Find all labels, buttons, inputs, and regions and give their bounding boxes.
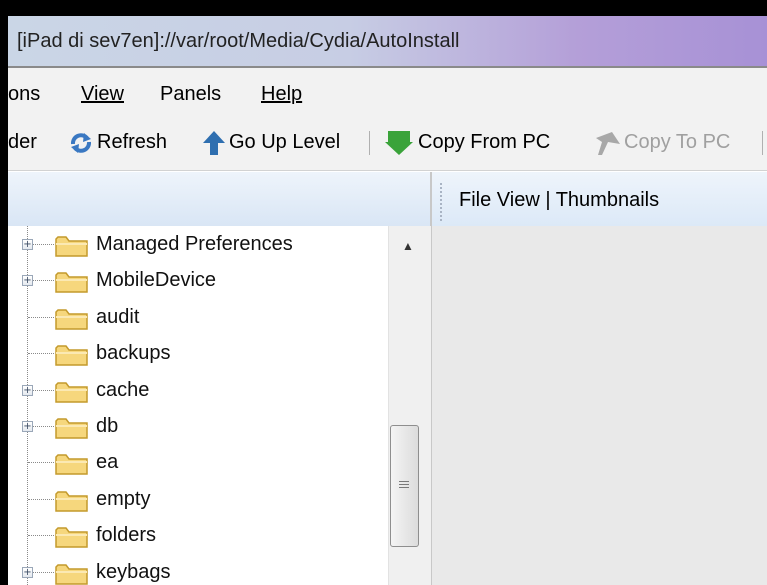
title-bar[interactable]: [iPad di sev7en]://var/root/Media/Cydia/… bbox=[8, 16, 767, 66]
tree-item[interactable]: folders bbox=[8, 518, 388, 554]
arrow-up-gray-icon bbox=[594, 130, 624, 162]
tree-item-label: audit bbox=[96, 305, 140, 328]
arrow-up-icon[interactable] bbox=[202, 130, 226, 162]
menu-view[interactable]: View bbox=[81, 83, 124, 106]
toolbar-separator bbox=[762, 131, 763, 155]
scrollbar-thumb[interactable] bbox=[390, 425, 419, 547]
tree-item-label: cache bbox=[96, 378, 150, 401]
folder-icon bbox=[54, 270, 90, 300]
folder-icon bbox=[54, 452, 90, 482]
tree-connector bbox=[28, 462, 54, 464]
toolbar-grip bbox=[440, 183, 445, 221]
window-frame-left bbox=[0, 0, 8, 585]
arrow-down-green-icon[interactable] bbox=[384, 130, 414, 162]
tree-item[interactable]: ea bbox=[8, 445, 388, 481]
expand-icon[interactable]: + bbox=[22, 566, 33, 578]
menu-options[interactable]: ons bbox=[8, 83, 40, 106]
window-frame-top bbox=[0, 0, 767, 16]
folder-tree-header bbox=[8, 172, 432, 227]
tree-scrollbar[interactable]: ▲ bbox=[388, 226, 431, 585]
tree-connector bbox=[28, 316, 54, 318]
toolbar: der Refresh Go Up Level Copy From PC Cop… bbox=[8, 114, 767, 171]
go-up-level-button[interactable]: Go Up Level bbox=[229, 131, 340, 154]
tree-item-label: MobileDevice bbox=[96, 269, 217, 292]
new-folder-button[interactable]: der bbox=[8, 131, 37, 154]
tree-item-label: empty bbox=[96, 487, 151, 510]
tree-item-label: folders bbox=[96, 524, 157, 547]
tree-item[interactable]: audit bbox=[8, 300, 388, 336]
tree-item-label: db bbox=[96, 415, 119, 437]
tree-connector bbox=[28, 498, 54, 500]
tree-connector bbox=[28, 535, 54, 537]
expand-icon[interactable]: + bbox=[22, 239, 33, 250]
folder-icon bbox=[54, 234, 90, 264]
menu-bar: ons View Panels Help bbox=[8, 68, 767, 114]
file-view-pane[interactable] bbox=[432, 226, 767, 585]
copy-to-pc-button[interactable]: Copy To PC bbox=[624, 131, 730, 154]
tree-item[interactable]: + MobileDevice bbox=[8, 263, 388, 299]
refresh-button[interactable]: Refresh bbox=[97, 131, 167, 154]
menu-help[interactable]: Help bbox=[261, 83, 302, 106]
folder-icon bbox=[54, 343, 90, 373]
expand-icon[interactable]: + bbox=[22, 384, 33, 396]
folder-icon bbox=[54, 307, 90, 337]
folder-tree: + Managed Preferences + MobileDevice audit ba… bbox=[8, 226, 388, 585]
view-mode-tabs[interactable]: File View | Thumbnails bbox=[459, 189, 659, 212]
tree-item-label: keybags bbox=[96, 560, 171, 583]
tree-item[interactable]: empty bbox=[8, 482, 388, 518]
tree-item[interactable]: + Managed Preferences bbox=[8, 227, 388, 263]
folder-icon bbox=[54, 562, 90, 585]
refresh-icon[interactable] bbox=[68, 130, 94, 162]
tree-item-label: ea bbox=[96, 451, 119, 474]
tree-item[interactable]: + cache bbox=[8, 373, 388, 409]
copy-from-pc-button[interactable]: Copy From PC bbox=[418, 131, 550, 154]
expand-icon[interactable]: + bbox=[22, 275, 33, 287]
scrollbar-grip bbox=[399, 481, 409, 490]
folder-icon bbox=[54, 525, 90, 555]
menu-panels[interactable]: Panels bbox=[160, 83, 221, 106]
tree-item[interactable]: + keybags bbox=[8, 555, 388, 585]
folder-icon bbox=[54, 380, 90, 410]
window-title: [iPad di sev7en]://var/root/Media/Cydia/… bbox=[17, 30, 460, 52]
tree-item-label: Managed Preferences bbox=[96, 233, 293, 255]
folder-icon bbox=[54, 416, 90, 446]
tree-item-label: backups bbox=[96, 342, 171, 365]
tree-connector bbox=[28, 353, 54, 355]
tree-item[interactable]: backups bbox=[8, 336, 388, 372]
folder-icon bbox=[54, 489, 90, 519]
toolbar-separator bbox=[369, 131, 370, 155]
tree-item[interactable]: + db bbox=[8, 409, 388, 445]
scroll-up-arrow-icon[interactable]: ▲ bbox=[402, 239, 414, 253]
expand-icon[interactable]: + bbox=[22, 421, 33, 432]
